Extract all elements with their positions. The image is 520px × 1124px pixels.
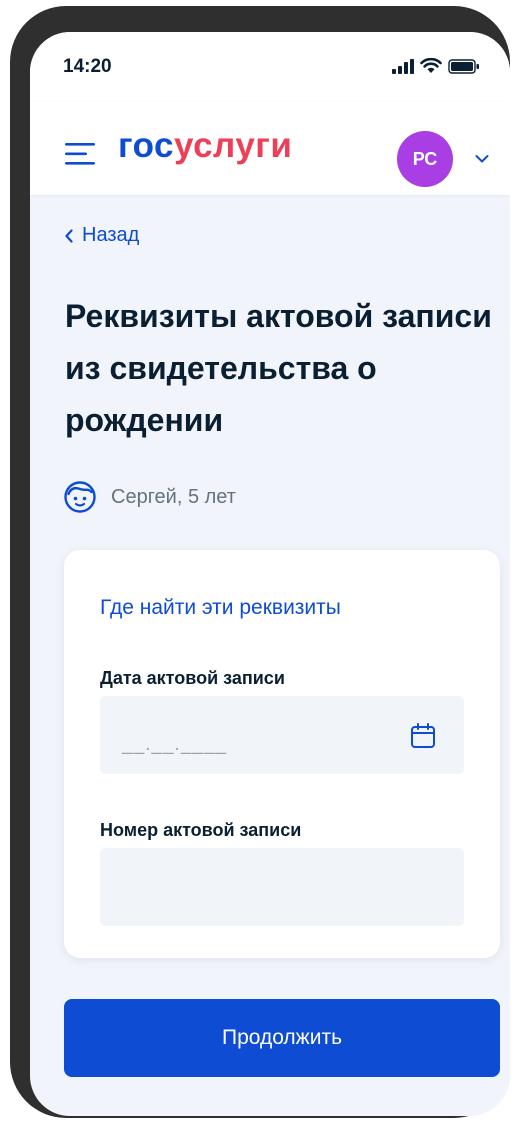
page-title: Реквизиты актовой записи из свидетельств… [65, 298, 492, 438]
back-link-label: Назад [82, 224, 140, 246]
wifi-icon [420, 58, 442, 73]
where-to-find-link[interactable]: Где найти эти реквизиты [100, 596, 341, 620]
app-header: госуслуги РС [30, 102, 510, 195]
record-date-field[interactable]: __.__.____ [100, 696, 464, 774]
screen: 14:20 госуслуги РС Назад Реквизиты актов… [30, 32, 510, 1116]
calendar-icon[interactable] [410, 723, 436, 749]
status-bar: 14:20 [30, 32, 510, 102]
chevron-left-icon [65, 228, 73, 243]
record-number-field[interactable] [100, 848, 464, 928]
battery-icon [448, 58, 479, 74]
status-time: 14:20 [63, 56, 112, 77]
logo-part-uslugi: услуги [174, 126, 293, 165]
menu-icon[interactable] [65, 143, 95, 165]
status-icons [392, 58, 480, 74]
back-link[interactable]: Назад [64, 224, 139, 247]
child-info: Сергей, 5 лет [63, 480, 236, 514]
chevron-down-icon[interactable] [475, 154, 489, 164]
continue-button[interactable]: Продолжить [64, 999, 500, 1077]
signal-icon [392, 58, 414, 74]
record-number-label: Номер актовой записи [100, 820, 302, 840]
user-avatar[interactable]: РС [397, 131, 453, 187]
phone-frame: 14:20 госуслуги РС Назад Реквизиты актов… [10, 6, 510, 1118]
record-date-label: Дата актовой записи [100, 668, 285, 688]
child-name: Сергей, 5 лет [111, 485, 236, 508]
gosuslugi-logo[interactable]: госуслуги [118, 126, 292, 166]
child-face-icon [64, 481, 96, 513]
logo-part-gos: гос [118, 126, 174, 165]
requisites-card: Где найти эти реквизиты Дата актовой зап… [64, 550, 500, 958]
record-number-input[interactable] [122, 848, 406, 928]
record-date-placeholder: __.__.____ [122, 734, 228, 755]
